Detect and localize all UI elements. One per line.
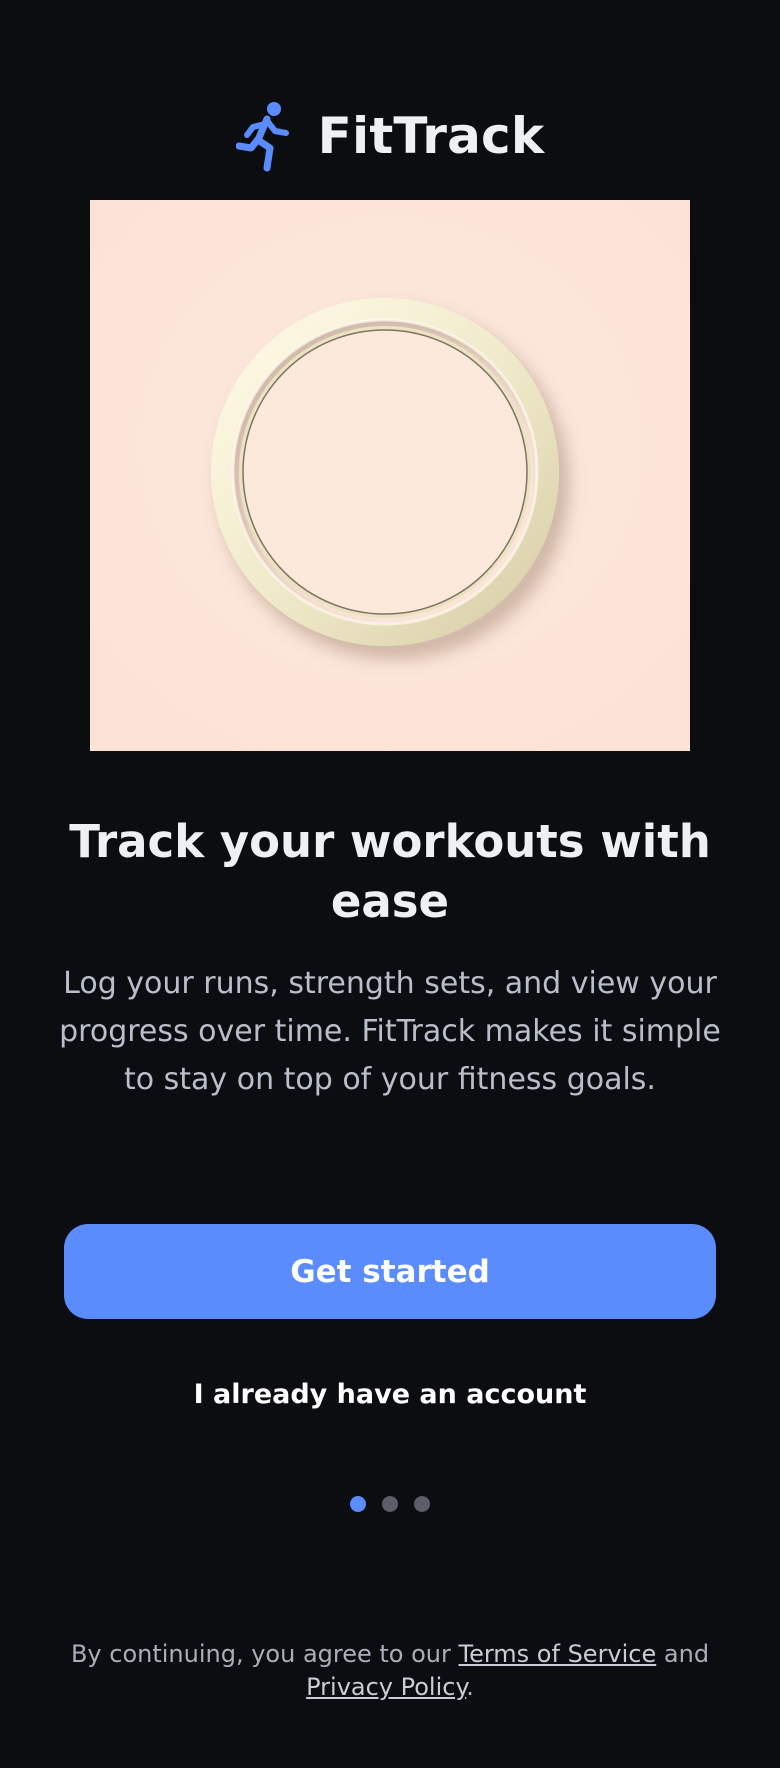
page-dot-3[interactable] xyxy=(414,1496,430,1512)
legal-suffix: . xyxy=(466,1673,474,1701)
sign-in-link[interactable]: I already have an account xyxy=(140,1370,640,1418)
legal-notice: By continuing, you agree to our Terms of… xyxy=(70,1638,710,1704)
legal-prefix: By continuing, you agree to our xyxy=(70,1640,459,1668)
get-started-button[interactable]: Get started xyxy=(64,1224,716,1319)
privacy-policy-link[interactable]: Privacy Policy xyxy=(306,1673,466,1701)
page-dot-1[interactable] xyxy=(350,1496,366,1512)
terms-of-service-link[interactable]: Terms of Service xyxy=(459,1640,657,1668)
app-title: FitTrack xyxy=(317,107,545,165)
app-header: FitTrack xyxy=(0,98,780,174)
page-dot-2[interactable] xyxy=(382,1496,398,1512)
page-headline: Track your workouts with ease xyxy=(69,815,711,928)
legal-middle: and xyxy=(656,1640,710,1668)
page-description: Log your runs, strength sets, and view y… xyxy=(59,966,721,1097)
embossed-ring-illustration xyxy=(90,200,690,751)
pagination-dots xyxy=(0,1496,780,1512)
running-person-icon xyxy=(235,102,289,172)
hero-image xyxy=(90,200,690,751)
